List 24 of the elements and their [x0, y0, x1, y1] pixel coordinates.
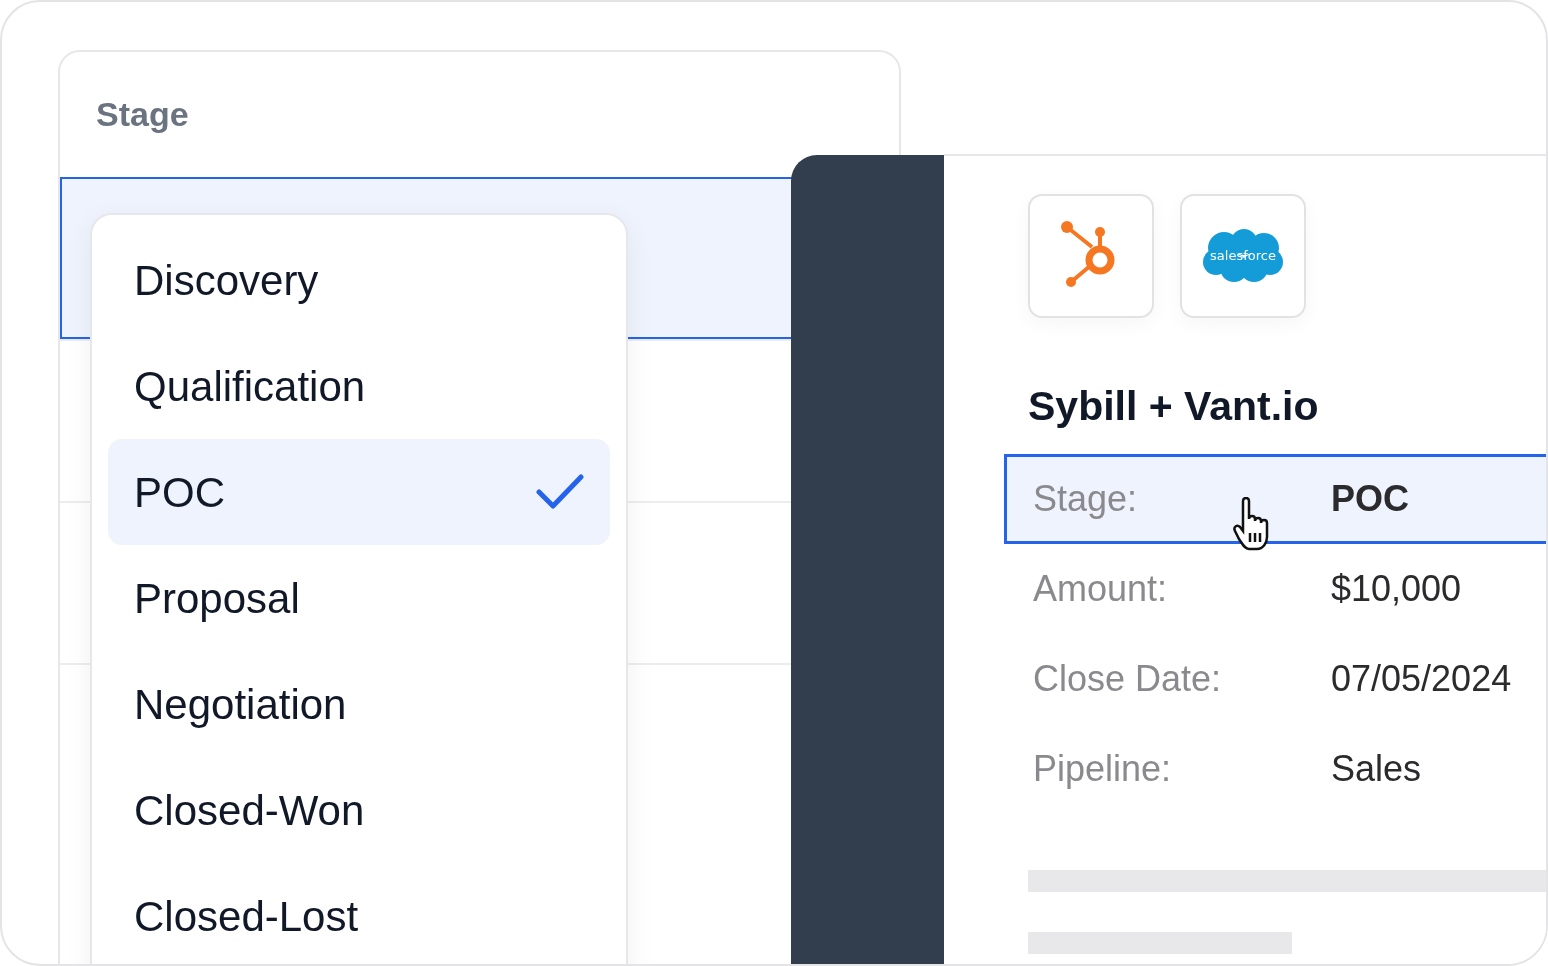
field-label: Close Date:: [1033, 656, 1222, 701]
column-header: Stage: [95, 94, 190, 135]
field-label: Pipeline:: [1033, 746, 1172, 791]
field-value: 07/05/2024: [1331, 656, 1512, 701]
logo-text: salesforce: [1210, 248, 1276, 263]
field-row[interactable]: Amount: $10,000: [1004, 543, 1546, 634]
integration-tile[interactable]: [1028, 194, 1154, 318]
menu-option[interactable]: Proposal: [108, 545, 610, 651]
menu-option[interactable]: Qualification: [108, 333, 610, 439]
field-label: Amount:: [1033, 566, 1168, 611]
checkmark-icon: [536, 474, 584, 510]
field-row[interactable]: Close Date: 07/05/2024: [1004, 633, 1546, 724]
cloud-logo-icon: [1203, 229, 1283, 282]
field-row[interactable]: Pipeline: Sales: [1004, 723, 1546, 814]
menu-option[interactable]: Discovery: [108, 227, 610, 333]
menu-option[interactable]: Closed-Lost: [108, 863, 610, 964]
menu-option[interactable]: Negotiation: [108, 651, 610, 757]
menu-option[interactable]: Closed-Won: [108, 757, 610, 863]
field-value: Sales: [1331, 746, 1422, 791]
menu-option[interactable]: POC: [108, 439, 610, 545]
field-value: POC: [1331, 476, 1409, 521]
deal-title: Sybill + Vant.io: [1028, 382, 1320, 431]
field-label: Stage:: [1033, 476, 1138, 521]
field-value: $10,000: [1331, 566, 1462, 611]
